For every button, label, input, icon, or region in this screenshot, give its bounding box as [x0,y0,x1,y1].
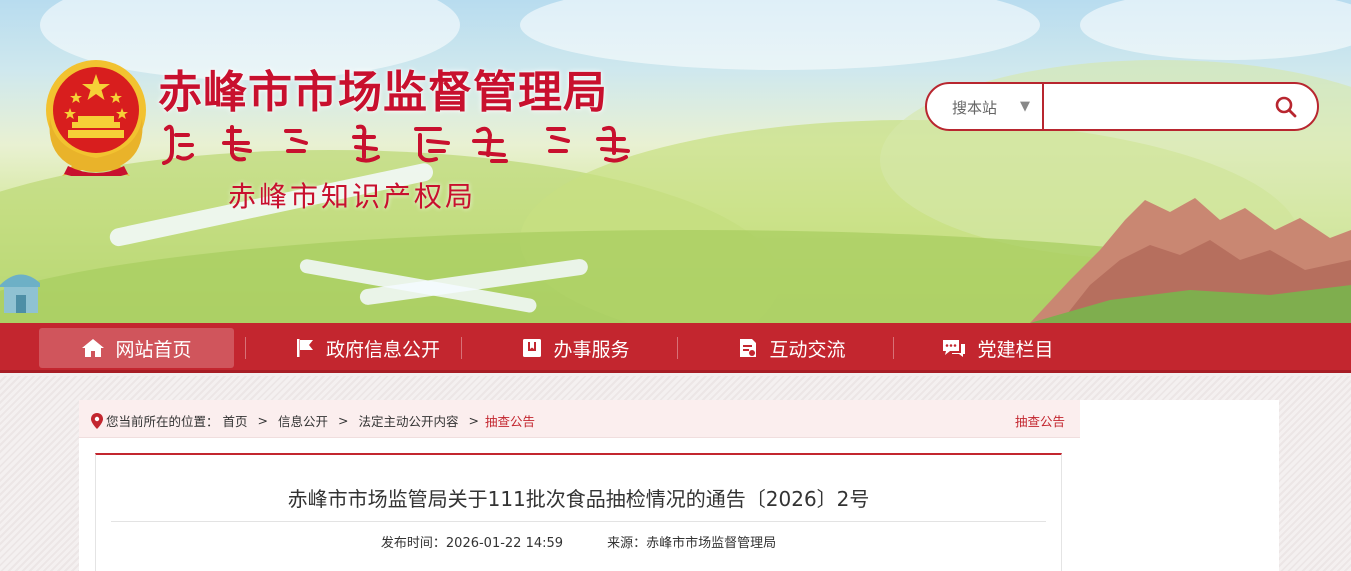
nav-item-label: 网站首页 [115,338,192,361]
nav-divider [245,337,246,359]
location-pin-icon [91,412,103,429]
publish-time: 发布时间：2026-01-22 14:59 [380,536,564,551]
home-icon [82,339,105,357]
breadcrumb-separator: > [338,413,349,428]
search-icon[interactable] [1273,94,1299,120]
pavilion-icon [0,274,40,313]
nav-divider [893,337,894,359]
breadcrumb-prefix: 您当前所在的位置： [106,414,219,429]
site-title: 赤峰市市场监督管理局 [158,67,608,118]
nav-item-label: 办事服务 [553,338,630,361]
breadcrumb: 您当前所在的位置： 首页 > 信息公开 > 法定主动公开内容 > 抽查公告 [91,411,535,430]
search-box: 搜本站 ▼ [925,82,1319,131]
article-source: 来源：赤峰市市场监督管理局 [607,536,777,551]
nav-item-label: 党建栏目 [977,338,1054,361]
divider [111,521,1046,522]
flag-icon [296,339,313,357]
breadcrumb-info-link[interactable]: 信息公开 [278,411,328,430]
nav-divider [677,337,678,359]
breadcrumb-separator: > [257,413,269,428]
article-panel: 赤峰市市场监管局关于111批次食品抽检情况的通告〔2026〕2号 发布时间：20… [95,453,1062,571]
search-scope-dropdown[interactable]: 搜本站 ▼ [927,84,1044,129]
breadcrumb-current-link[interactable]: 抽查公告 [485,411,535,430]
breadcrumb-bar: 您当前所在的位置： 首页 > 信息公开 > 法定主动公开内容 > 抽查公告 抽查… [79,400,1080,438]
mongolian-script-title [162,124,630,165]
book-icon [523,339,542,357]
nav-item-services[interactable]: 办事服务 [478,328,673,368]
cloud [1080,0,1351,60]
breadcrumb-statutory-link[interactable]: 法定主动公开内容 [359,411,459,430]
main-nav: 网站首页 政府信息公开 办事服务 互动交流 党建栏目 [0,323,1351,373]
caret-down-icon: ▼ [1020,99,1030,114]
nav-item-label: 互动交流 [769,338,846,361]
nav-item-label: 政府信息公开 [325,338,440,361]
search-input[interactable] [1045,84,1275,129]
section-name: 抽查公告 [1014,414,1065,429]
nav-item-interaction[interactable]: 互动交流 [694,328,889,368]
site-subtitle: 赤峰市知识产权局 [228,180,477,213]
nav-item-home[interactable]: 网站首页 [39,328,234,368]
header-banner: 赤峰市市场监督管理局 赤峰市知识产权局 搜本站 ▼ [0,0,1351,323]
document-icon [740,339,757,357]
chat-icon [943,340,966,357]
nav-item-party[interactable]: 党建栏目 [910,328,1085,368]
article-title: 赤峰市市场监管局关于111批次食品抽检情况的通告〔2026〕2号 [287,487,870,511]
national-emblem-icon [46,60,146,176]
main-content: 您当前所在的位置： 首页 > 信息公开 > 法定主动公开内容 > 抽查公告 抽查… [79,400,1279,571]
article-meta: 发布时间：2026-01-22 14:59 来源：赤峰市市场监督管理局 [96,532,1061,551]
search-scope-label: 搜本站 [952,99,998,117]
nav-item-gov-info[interactable]: 政府信息公开 [262,328,472,368]
breadcrumb-home-link[interactable]: 首页 [223,411,248,430]
breadcrumb-separator: > [468,413,480,428]
rock-formation [1030,198,1351,323]
nav-divider [461,337,462,359]
